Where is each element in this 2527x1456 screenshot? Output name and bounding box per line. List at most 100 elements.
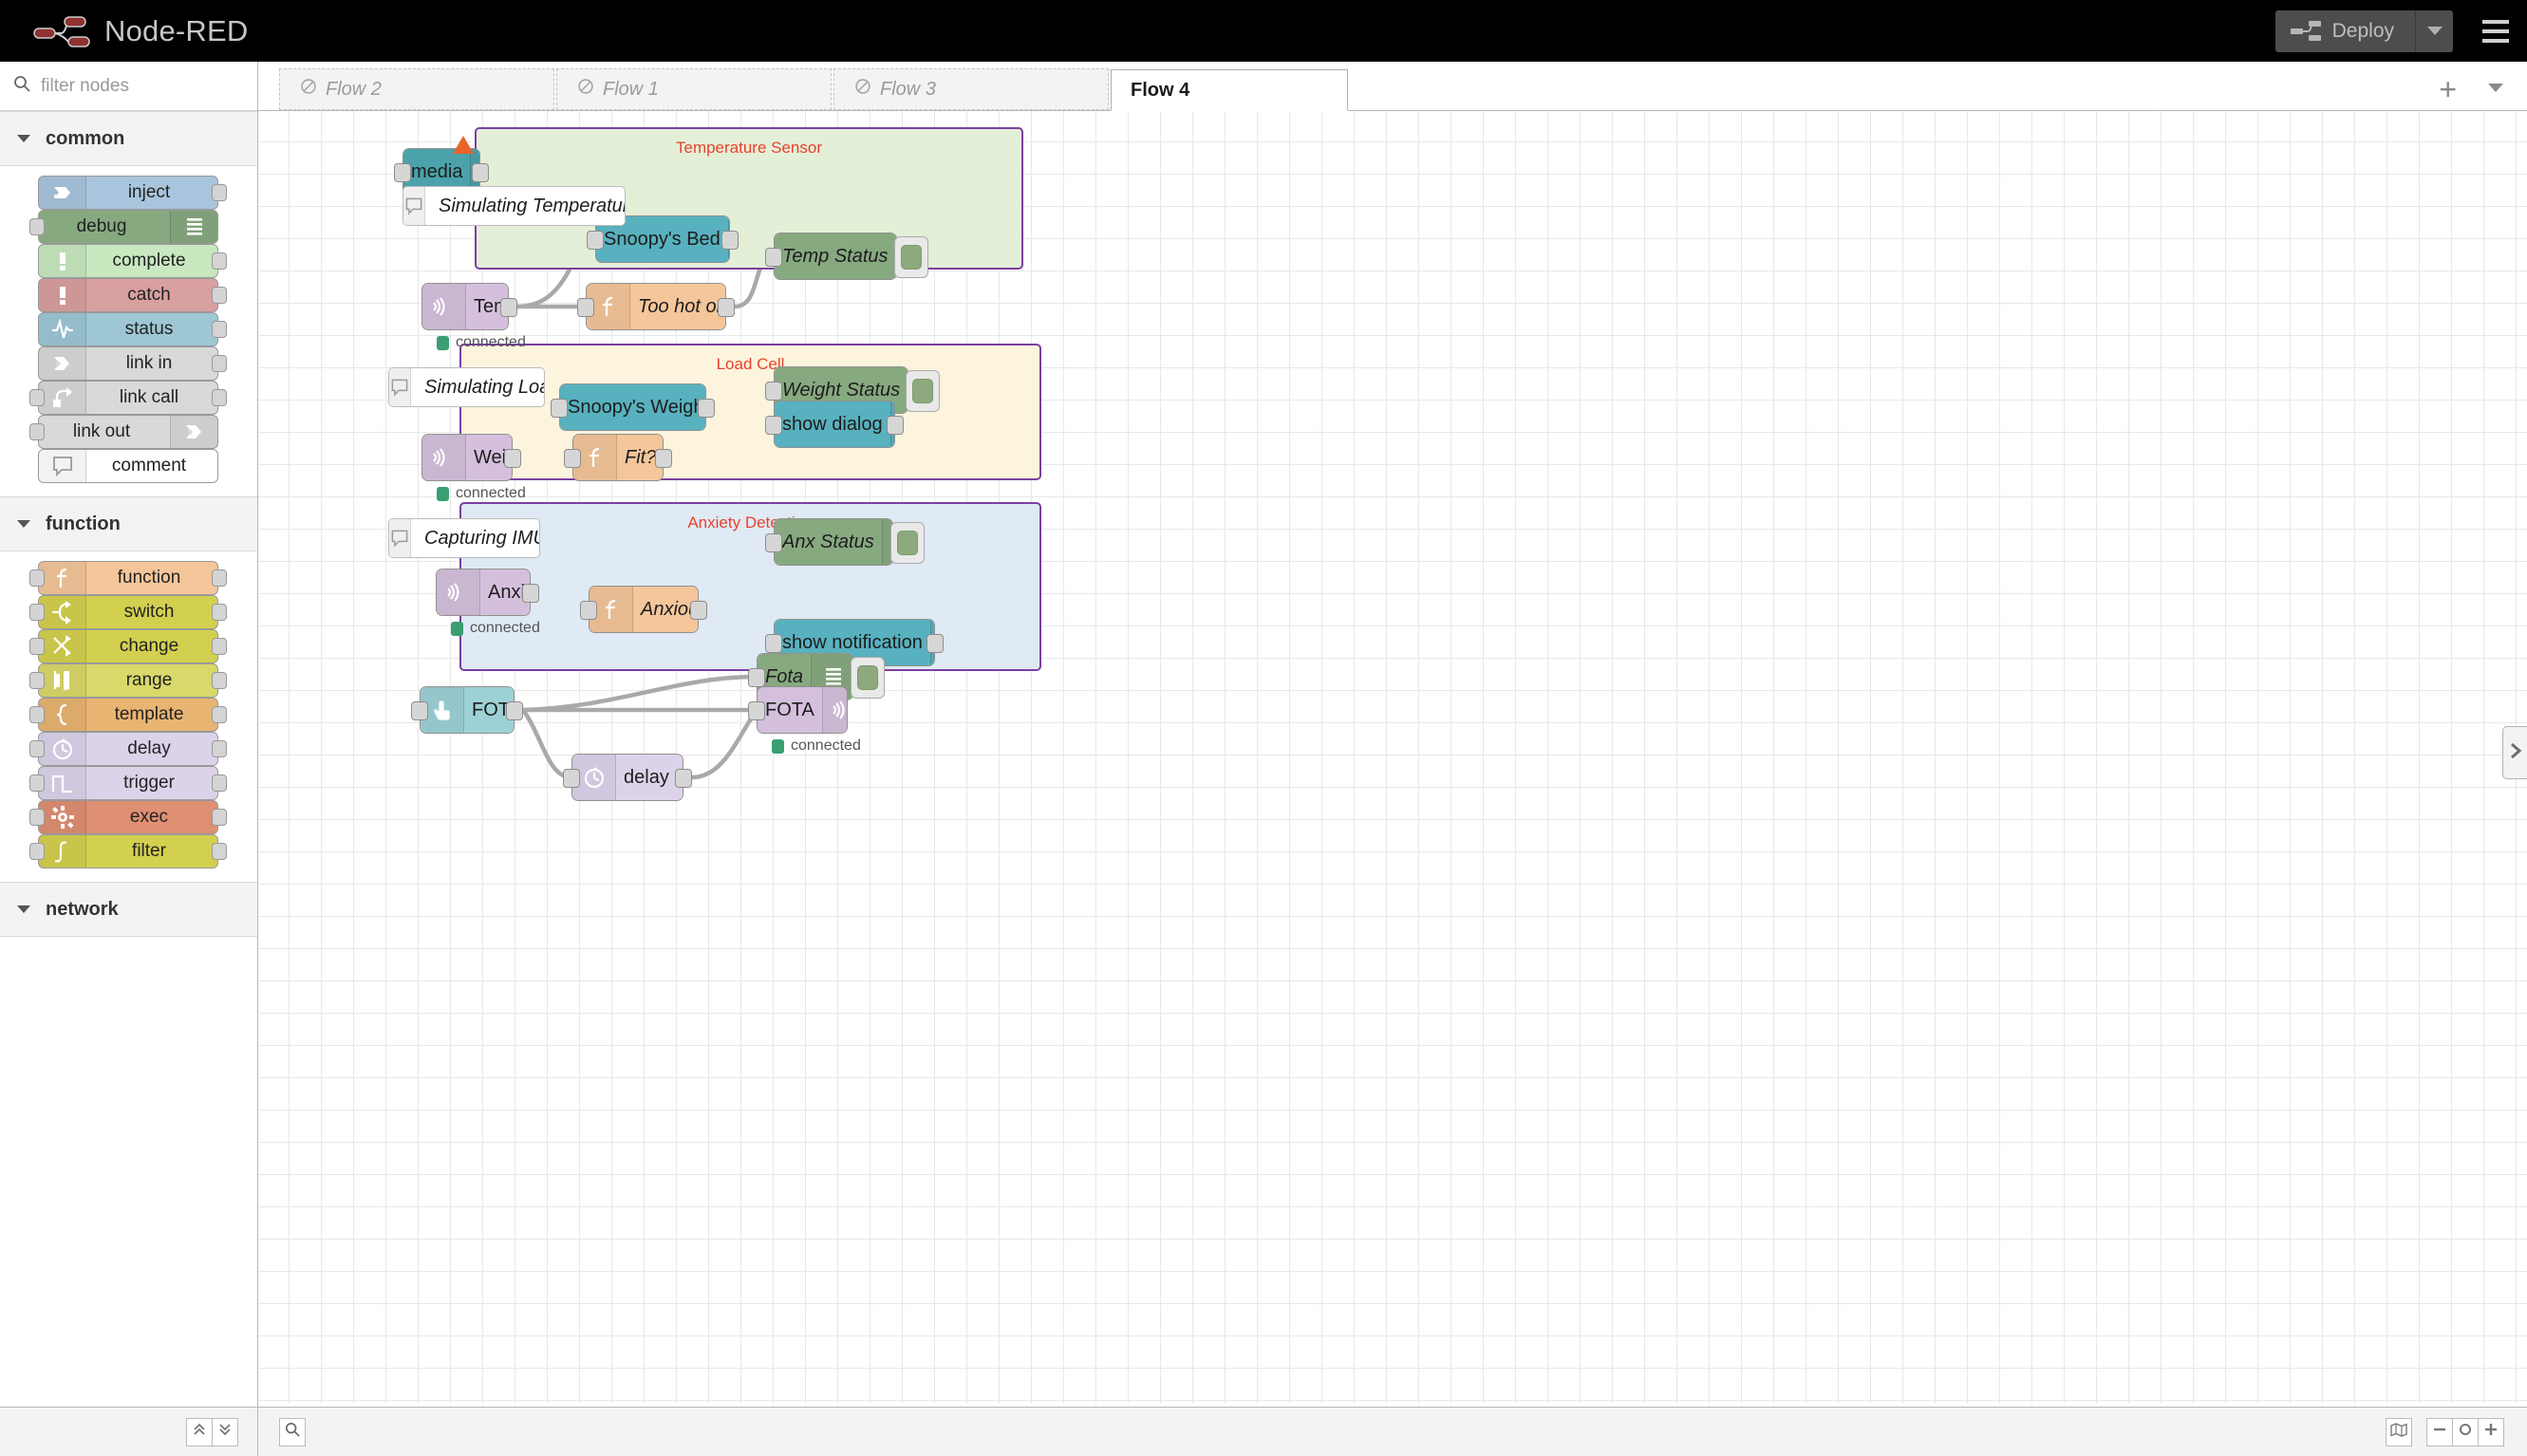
flow-group-g-load[interactable]: Load Cell [459, 344, 1041, 480]
debug-enable-toggle[interactable] [890, 522, 925, 564]
palette-node-label: link out [72, 421, 131, 441]
node-port-in[interactable] [765, 634, 782, 653]
flow-node-n-weight[interactable]: Weight [421, 434, 521, 481]
deploy-dropdown-button[interactable] [2415, 9, 2453, 52]
node-port-in[interactable] [765, 416, 782, 435]
flow-node-n-delay20[interactable]: delay 20s [563, 754, 692, 801]
zoom-out-button[interactable] [2426, 1417, 2453, 1447]
node-port-out[interactable] [506, 701, 523, 720]
collapse-all-button[interactable] [186, 1417, 213, 1447]
disabled-circle-icon [576, 77, 595, 102]
flow-canvas[interactable]: Temperature Sensor Load Cell Anxiety Detec… [258, 111, 2527, 1404]
node-port-in[interactable] [564, 449, 581, 468]
flow-comment-c-anx[interactable]: Capturing IMU Data [388, 518, 540, 558]
flow-node-n-too-hot[interactable]: Too hot or cold? [577, 283, 735, 330]
palette-node-change[interactable]: change [38, 629, 218, 663]
palette-node-trigger[interactable]: trigger [38, 766, 218, 800]
node-port-out[interactable] [690, 601, 707, 620]
palette-search[interactable] [0, 62, 257, 111]
zoom-reset-button[interactable] [2452, 1417, 2479, 1447]
node-port-in[interactable] [765, 248, 782, 267]
node-port-in[interactable] [748, 701, 765, 720]
node-port-out[interactable] [721, 231, 739, 250]
node-port-out[interactable] [472, 163, 489, 182]
node-port-out[interactable] [504, 449, 521, 468]
node-port-in[interactable] [394, 163, 411, 182]
node-port-out[interactable] [927, 634, 944, 653]
flow-node-n-fota-out[interactable]: FOTA [748, 686, 848, 734]
flow-tab-flow-1[interactable]: Flow 1 [556, 68, 832, 110]
flow-tab-flow-3[interactable]: Flow 3 [833, 68, 1109, 110]
flow-comment-c-load[interactable]: Simulating Load Cell [388, 367, 545, 407]
palette-node-debug[interactable]: debug [38, 210, 218, 244]
flow-node-n-anxious[interactable]: Anxious? [580, 586, 707, 633]
search-flows-button[interactable] [279, 1417, 306, 1447]
palette-category-network[interactable]: network [0, 882, 257, 937]
add-flow-button[interactable]: + [2439, 74, 2457, 104]
palette-node-label: comment [111, 456, 187, 476]
palette-node-filter[interactable]: filter [38, 834, 218, 868]
expand-all-button[interactable] [212, 1417, 238, 1447]
flow-node-n-fota-btn[interactable]: FOTA [411, 686, 523, 734]
flow-node-n-show-dialog[interactable]: show dialog [765, 401, 904, 448]
search-icon [285, 1422, 300, 1442]
flow-group-g-anx[interactable]: Anxiety Detection [459, 502, 1041, 671]
node-port-out[interactable] [500, 298, 517, 317]
node-port-out[interactable] [698, 399, 715, 418]
flow-node-n-temp-status[interactable]: Temp Status [765, 233, 928, 280]
debug-enable-toggle[interactable] [851, 657, 885, 699]
palette-node-inject[interactable]: inject [38, 176, 218, 210]
node-port-in[interactable] [551, 399, 568, 418]
deploy-button[interactable]: Deploy [2274, 9, 2415, 52]
flow-node-n-fit[interactable]: Fit?? [564, 434, 672, 481]
flow-node-n-anx-status[interactable]: Anx Status [765, 518, 925, 566]
flow-comment-c-temp[interactable]: Simulating Temperature Sensor [402, 186, 626, 226]
palette-node-link-out[interactable]: link out [38, 415, 218, 449]
debug-enable-toggle[interactable] [906, 370, 940, 412]
node-port-in[interactable] [577, 298, 594, 317]
palette-node-exec[interactable]: exec [38, 800, 218, 834]
palette-node-delay[interactable]: delay [38, 732, 218, 766]
palette-node-comment[interactable]: comment [38, 449, 218, 483]
palette-node-status[interactable]: status [38, 312, 218, 346]
palette-node-switch[interactable]: switch [38, 595, 218, 629]
node-port-out[interactable] [718, 298, 735, 317]
palette-node-template[interactable]: template [38, 698, 218, 732]
flow-node-n-anxiety[interactable]: Anxiety [436, 569, 539, 616]
node-port-out[interactable] [887, 416, 904, 435]
palette-category-function[interactable]: function [0, 496, 257, 551]
debug-enable-toggle[interactable] [894, 236, 928, 278]
node-port-out[interactable] [675, 769, 692, 788]
node-port-in[interactable] [587, 231, 604, 250]
node-port-in[interactable] [563, 769, 580, 788]
node-port-out[interactable] [655, 449, 672, 468]
palette-node-label: filter [132, 841, 166, 861]
node-port-in[interactable] [411, 701, 428, 720]
palette-node-range[interactable]: range [38, 663, 218, 698]
palette-node-complete[interactable]: complete [38, 244, 218, 278]
flow-tab-flow-4[interactable]: Flow 4 [1111, 69, 1348, 111]
palette-node-catch[interactable]: catch [38, 278, 218, 312]
palette-port-out [212, 638, 227, 655]
flow-node-n-temp[interactable]: Temp [421, 283, 517, 330]
node-port-in[interactable] [748, 668, 765, 687]
node-status-label: connected [437, 485, 526, 502]
palette-node-link-call[interactable]: link call [38, 381, 218, 415]
node-port-in[interactable] [765, 533, 782, 552]
palette-node-link-in[interactable]: link in [38, 346, 218, 381]
main-menu-button[interactable] [2464, 0, 2527, 62]
search-input[interactable] [39, 74, 229, 98]
node-port-in[interactable] [765, 382, 782, 401]
node-port-out[interactable] [522, 584, 539, 603]
palette-node-function[interactable]: function [38, 561, 218, 595]
zoom-in-button[interactable] [2478, 1417, 2504, 1447]
flow-node-n-snoopy-wt[interactable]: Snoopy's Weight [551, 383, 715, 431]
flow-tab-flow-2[interactable]: Flow 2 [279, 68, 554, 110]
node-port-in[interactable] [580, 601, 597, 620]
range-bars-icon [39, 664, 86, 697]
navigator-button[interactable] [2386, 1417, 2412, 1447]
sidebar-expand-button[interactable] [2502, 726, 2527, 779]
function-f-icon [39, 562, 86, 594]
palette-category-common[interactable]: common [0, 111, 257, 166]
tab-menu-button[interactable] [2485, 81, 2506, 99]
